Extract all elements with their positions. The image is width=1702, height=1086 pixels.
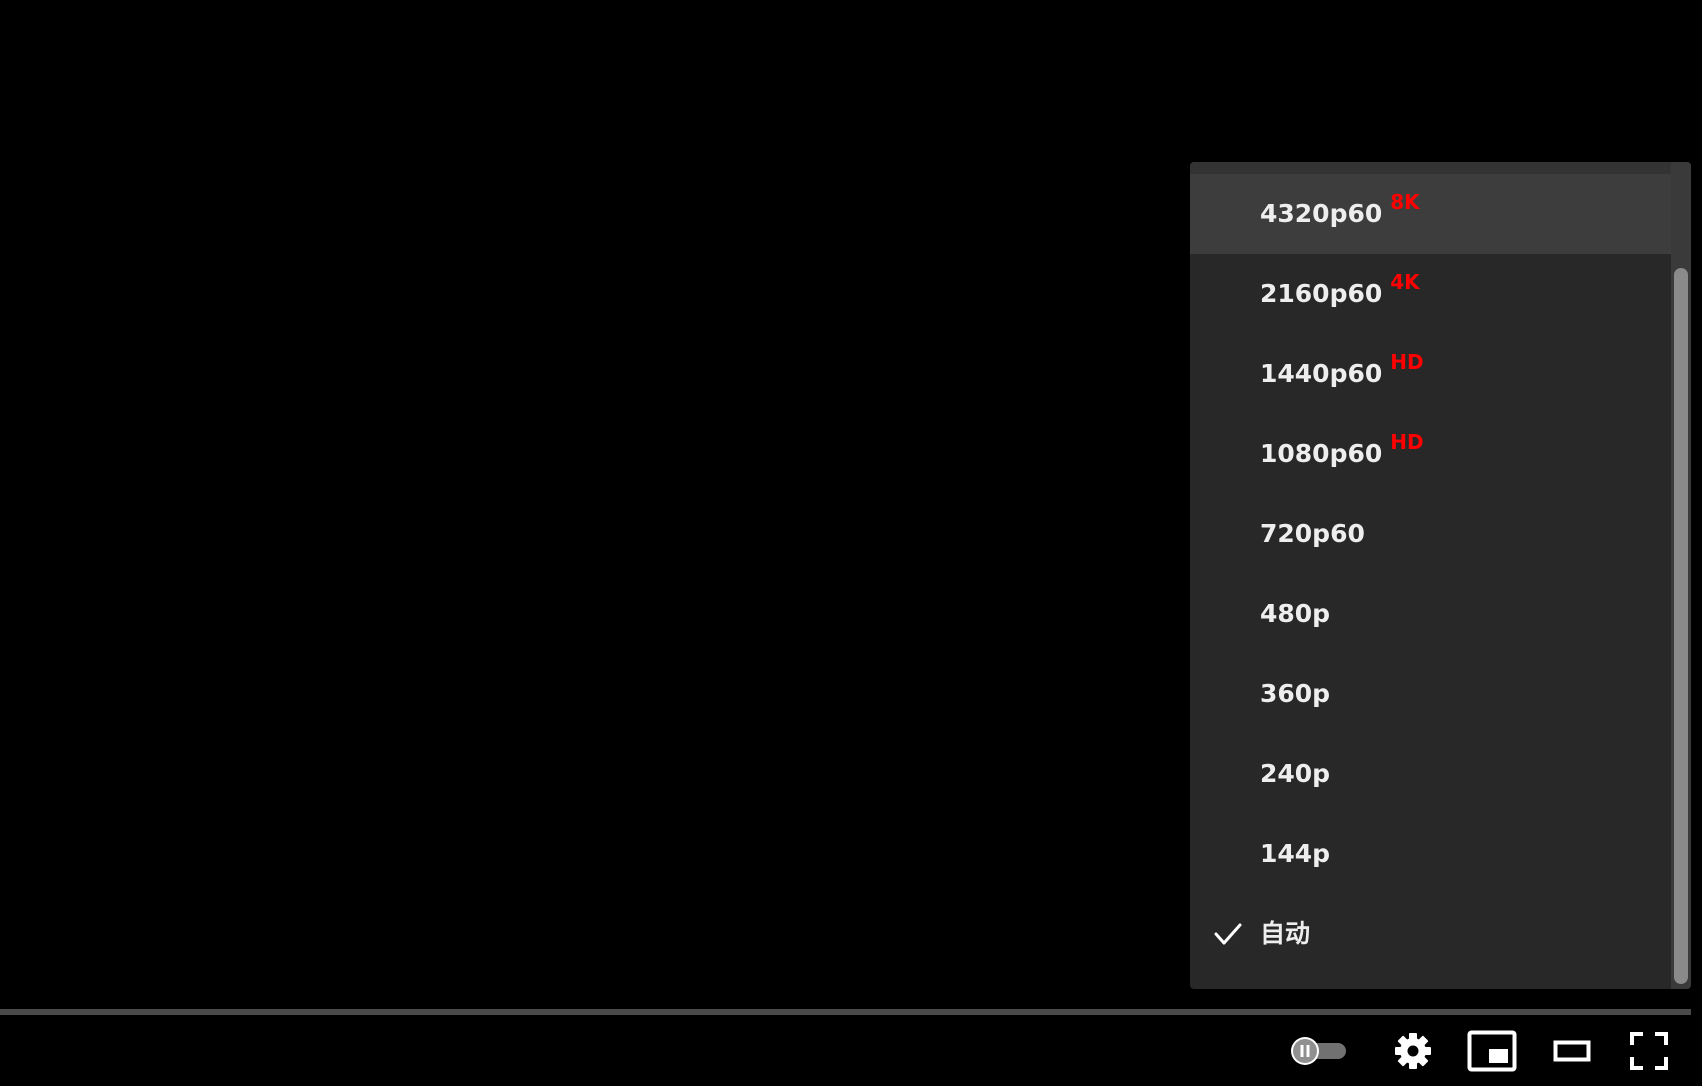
quality-option-360p[interactable]: 360p bbox=[1190, 654, 1671, 734]
check-slot bbox=[1190, 654, 1260, 734]
quality-label: 1440p60 bbox=[1260, 359, 1383, 388]
quality-option-4320p60[interactable]: 4320p60 8K bbox=[1190, 174, 1671, 254]
quality-label: 自动 bbox=[1260, 919, 1311, 948]
check-slot bbox=[1190, 254, 1260, 334]
checkmark-icon bbox=[1214, 923, 1242, 945]
theater-mode-button[interactable] bbox=[1546, 1016, 1598, 1086]
menu-top-strip bbox=[1190, 162, 1671, 174]
menu-scrollbar-thumb[interactable] bbox=[1674, 268, 1688, 984]
quality-label: 144p bbox=[1260, 839, 1331, 868]
quality-option-2160p60[interactable]: 2160p60 4K bbox=[1190, 254, 1671, 334]
pause-icon bbox=[1291, 1037, 1346, 1065]
theater-mode-icon bbox=[1553, 1040, 1591, 1062]
check-slot bbox=[1190, 174, 1260, 254]
quality-option-auto[interactable]: 自动 bbox=[1190, 894, 1671, 974]
quality-label: 480p bbox=[1260, 599, 1331, 628]
gear-icon bbox=[1395, 1033, 1431, 1069]
quality-label: 2160p60 bbox=[1260, 279, 1383, 308]
check-slot bbox=[1190, 414, 1260, 494]
fullscreen-icon bbox=[1630, 1032, 1668, 1070]
quality-list: 4320p60 8K 2160p60 4K 1440p60 HD 1080p60… bbox=[1190, 174, 1671, 974]
quality-option-480p[interactable]: 480p bbox=[1190, 574, 1671, 654]
quality-menu: 4320p60 8K 2160p60 4K 1440p60 HD 1080p60… bbox=[1190, 162, 1691, 989]
miniplayer-button[interactable] bbox=[1462, 1016, 1522, 1086]
quality-label: 720p60 bbox=[1260, 519, 1365, 548]
quality-badge: 8K bbox=[1390, 190, 1420, 214]
quality-badge: HD bbox=[1390, 350, 1424, 374]
check-slot bbox=[1190, 574, 1260, 654]
check-slot bbox=[1190, 494, 1260, 574]
quality-option-720p60[interactable]: 720p60 bbox=[1190, 494, 1671, 574]
quality-badge: HD bbox=[1390, 430, 1424, 454]
progress-bar[interactable] bbox=[0, 1009, 1691, 1015]
quality-label: 360p bbox=[1260, 679, 1331, 708]
quality-option-240p[interactable]: 240p bbox=[1190, 734, 1671, 814]
miniplayer-icon bbox=[1467, 1030, 1517, 1072]
autoplay-toggle[interactable] bbox=[1286, 1016, 1352, 1086]
check-slot bbox=[1190, 334, 1260, 414]
settings-button[interactable] bbox=[1386, 1016, 1440, 1086]
control-bar bbox=[0, 1016, 1702, 1086]
quality-label: 240p bbox=[1260, 759, 1331, 788]
quality-label: 4320p60 bbox=[1260, 199, 1383, 228]
fullscreen-button[interactable] bbox=[1622, 1016, 1676, 1086]
video-player: 4320p60 8K 2160p60 4K 1440p60 HD 1080p60… bbox=[0, 0, 1702, 1086]
quality-option-1080p60[interactable]: 1080p60 HD bbox=[1190, 414, 1671, 494]
quality-badge: 4K bbox=[1390, 270, 1420, 294]
check-slot bbox=[1190, 894, 1260, 974]
quality-option-144p[interactable]: 144p bbox=[1190, 814, 1671, 894]
quality-label: 1080p60 bbox=[1260, 439, 1383, 468]
check-slot bbox=[1190, 734, 1260, 814]
check-slot bbox=[1190, 814, 1260, 894]
quality-option-1440p60[interactable]: 1440p60 HD bbox=[1190, 334, 1671, 414]
